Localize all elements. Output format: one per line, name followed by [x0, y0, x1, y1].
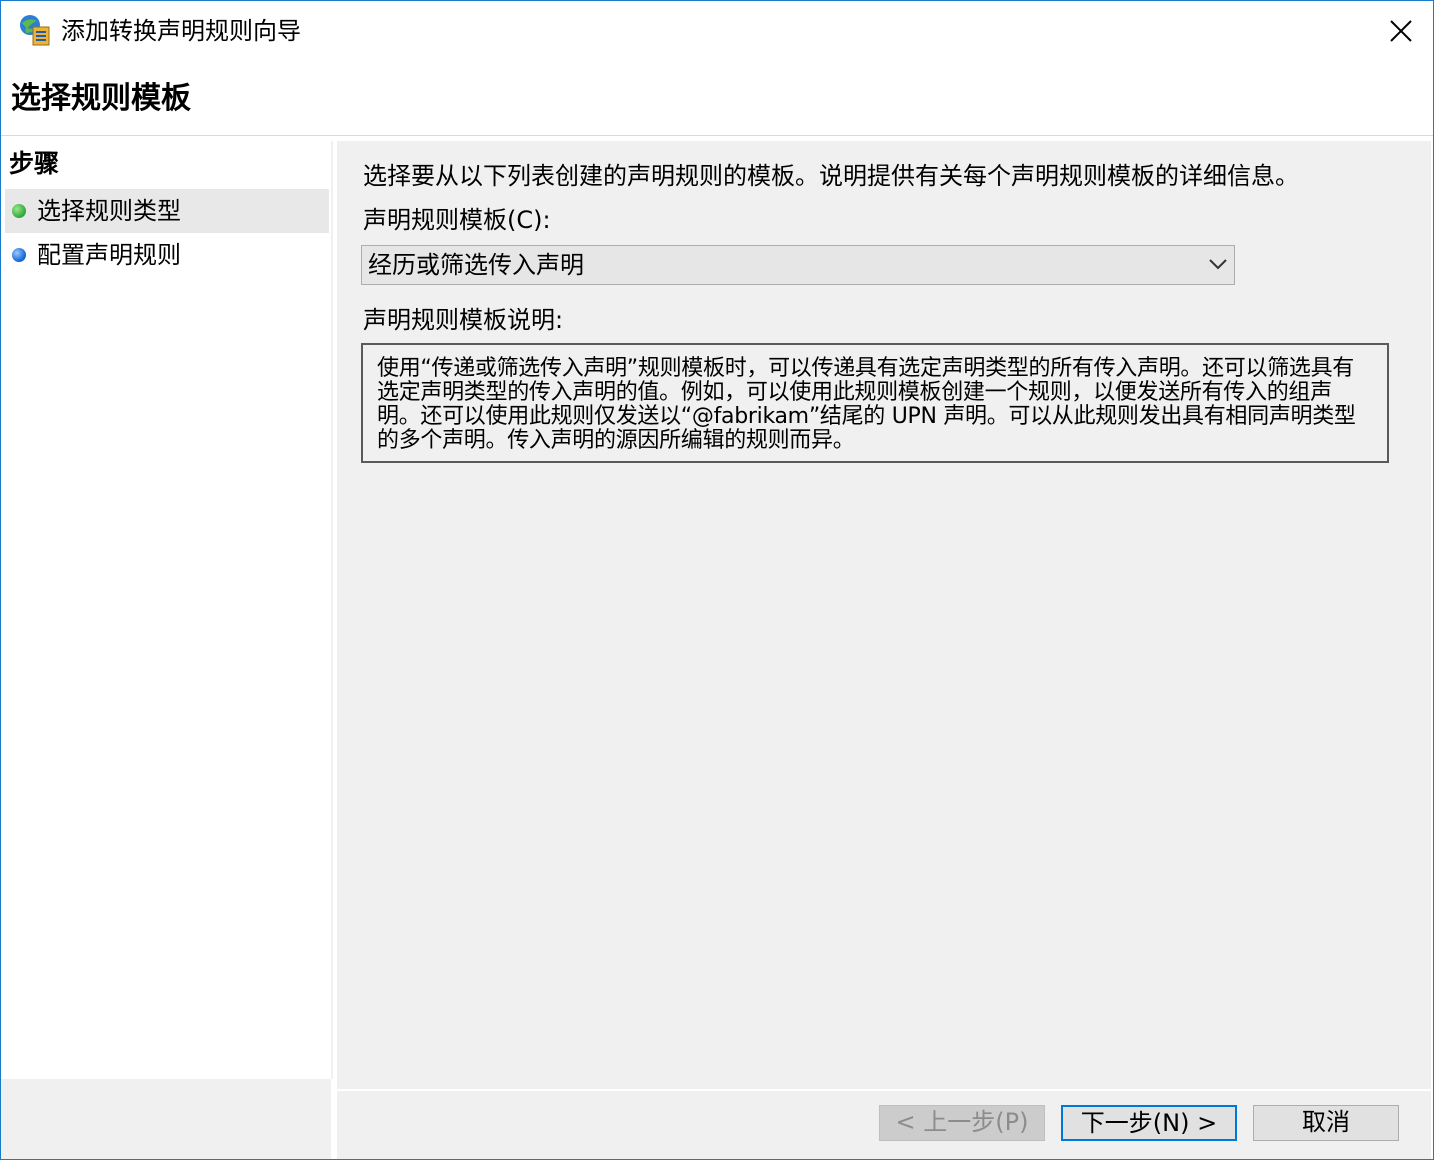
- description-label: 声明规则模板说明:: [363, 306, 564, 334]
- template-selected-value: 经历或筛选传入声明: [368, 251, 584, 279]
- step-pending-icon: [12, 248, 26, 262]
- chevron-down-icon: [1208, 256, 1228, 276]
- step-configure-claim-rule[interactable]: 配置声明规则: [5, 233, 329, 277]
- cancel-button[interactable]: 取消: [1253, 1105, 1399, 1141]
- wizard-window: 添加转换声明规则向导 选择规则模板 步骤 选择规则类型 配置声明规则 选择要从以…: [0, 0, 1434, 1160]
- intro-text: 选择要从以下列表创建的声明规则的模板。说明提供有关每个声明规则模板的详细信息。: [363, 162, 1299, 190]
- header-divider: [1, 135, 1433, 136]
- window-title: 添加转换声明规则向导: [61, 17, 301, 45]
- template-dropdown[interactable]: 经历或筛选传入声明: [361, 245, 1235, 285]
- steps-heading: 步骤: [9, 149, 60, 178]
- template-label: 声明规则模板(C):: [363, 206, 551, 234]
- steps-pane-footer: [1, 1079, 331, 1159]
- back-button[interactable]: < 上一步(P): [879, 1105, 1045, 1141]
- steps-pane: 步骤 选择规则类型 配置声明规则: [1, 141, 333, 1079]
- page-title: 选择规则模板: [11, 81, 191, 116]
- close-button[interactable]: [1369, 1, 1433, 61]
- next-button[interactable]: 下一步(N) >: [1061, 1105, 1237, 1141]
- button-bar: < 上一步(P) 下一步(N) > 取消: [337, 1091, 1431, 1159]
- template-description: 使用“传递或筛选传入声明”规则模板时，可以传递具有选定声明类型的所有传入声明。还…: [361, 343, 1389, 463]
- step-label: 配置声明规则: [37, 241, 181, 269]
- main-pane: 选择要从以下列表创建的声明规则的模板。说明提供有关每个声明规则模板的详细信息。 …: [337, 141, 1431, 1089]
- close-icon: [1390, 20, 1412, 42]
- step-select-rule-type[interactable]: 选择规则类型: [5, 189, 329, 233]
- step-current-icon: [12, 204, 26, 218]
- wizard-app-icon: [17, 13, 51, 47]
- step-label: 选择规则类型: [37, 197, 181, 225]
- title-bar: 添加转换声明规则向导: [1, 1, 1433, 63]
